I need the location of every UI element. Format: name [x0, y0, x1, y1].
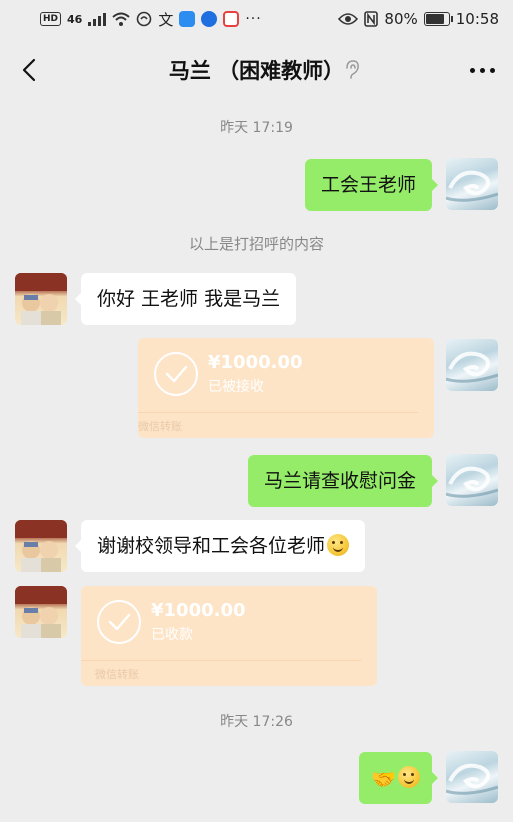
ear-mode-icon: [346, 60, 359, 79]
wave-avatar-icon: [446, 763, 498, 795]
check-circle-icon: [154, 352, 198, 396]
wave-avatar-icon: [446, 466, 498, 498]
contact-avatar[interactable]: [15, 273, 67, 325]
eye-icon: [338, 13, 359, 25]
chat-title: 马兰 （困难教师）: [168, 59, 345, 83]
wifi-icon: [112, 12, 130, 26]
back-button[interactable]: [14, 54, 44, 86]
dot-icon: [469, 67, 475, 73]
transfer-card-received[interactable]: ¥1000.00 已收款 微信转账: [81, 586, 377, 686]
more-notifications: ···: [245, 11, 262, 27]
transfer-amount: ¥1000.00: [208, 352, 303, 373]
divider: [138, 412, 418, 413]
app-icon: [179, 11, 196, 27]
chat-header: 马兰 （困难教师）: [0, 38, 513, 102]
hd-icon: HD: [40, 12, 62, 26]
timestamp: 昨天 17:26: [220, 714, 293, 730]
back-arrow-icon: [22, 58, 36, 82]
smile-emoji-icon: [327, 533, 350, 556]
network-type: 46: [67, 12, 83, 26]
wave-avatar-icon: [446, 170, 498, 202]
transfer-amount: ¥1000.00: [151, 600, 246, 621]
contact-avatar[interactable]: [15, 586, 67, 638]
transfer-status: 已被接收: [208, 379, 264, 395]
signal-icon: [88, 13, 107, 26]
nfc-icon: [364, 11, 379, 27]
timestamp: 昨天 17:19: [220, 120, 293, 136]
my-avatar[interactable]: [446, 751, 498, 803]
check-circle-icon: [97, 600, 141, 644]
status-bar-left: HD 46 文 ···: [40, 9, 262, 30]
battery-percent: 80%: [384, 10, 418, 28]
photo-avatar-icon: [15, 273, 67, 325]
message-bubble-received[interactable]: 谢谢校领导和工会各位老师: [74, 520, 366, 572]
photo-avatar-icon: [15, 520, 67, 572]
link-icon: [137, 11, 152, 27]
divider: [81, 660, 361, 661]
wave-avatar-icon: [446, 351, 498, 383]
photo-avatar-icon: [15, 586, 67, 638]
system-message: 以上是打招呼的内容: [188, 235, 324, 253]
transfer-footer: 微信转账: [138, 420, 182, 433]
globe-icon: [201, 11, 218, 27]
contact-avatar[interactable]: [15, 520, 67, 572]
message-bubble-sent[interactable]: 工会王老师: [304, 159, 439, 211]
message-bubble-received[interactable]: 你好 王老师 我是马兰: [74, 273, 297, 325]
handshake-emoji-icon: 🤝: [371, 766, 396, 791]
clock: 10:58: [455, 10, 499, 28]
message-bubble-sent[interactable]: 🤝: [359, 752, 438, 804]
my-avatar[interactable]: [446, 158, 498, 210]
transfer-card-sent[interactable]: ¥1000.00 已被接收 微信转账: [138, 338, 434, 438]
my-avatar[interactable]: [446, 339, 498, 391]
message-text: 谢谢校领导和工会各位老师: [97, 535, 326, 557]
status-bar: HD 46 文 ··· 80% 10:58: [0, 0, 513, 38]
my-avatar[interactable]: [446, 454, 498, 506]
message-bubble-sent[interactable]: 马兰请查收慰问金: [247, 455, 439, 507]
smile-emoji-icon: [398, 765, 420, 788]
dot-icon: [489, 67, 495, 73]
more-options-button[interactable]: [465, 54, 499, 86]
transfer-footer: 微信转账: [95, 668, 139, 681]
status-bar-right: 80% 10:58: [338, 10, 499, 28]
transfer-status: 已收款: [151, 627, 193, 643]
translate-icon: 文: [158, 10, 174, 29]
battery-icon: [423, 12, 453, 26]
dot-icon: [479, 67, 485, 73]
app-red-icon: [223, 11, 240, 27]
